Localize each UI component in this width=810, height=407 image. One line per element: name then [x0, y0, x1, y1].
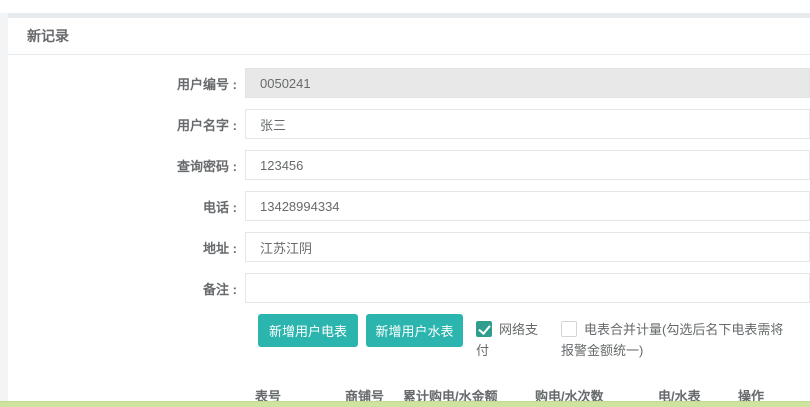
remark-field[interactable]	[245, 273, 810, 303]
actions-row: 新增用户电表 新增用户水表 网络支付 电表合并计量(勾选后名下电表需将报警金额统…	[258, 314, 810, 361]
panel-body: 用户编号 : 用户名字 : 查询密码 : 电话 : 地址 : 备注 :	[8, 55, 810, 407]
user-name-field[interactable]	[245, 109, 810, 139]
page: 新记录 用户编号 : 用户名字 : 查询密码 : 电话 : 地址 :	[0, 0, 810, 407]
form-row-address: 地址 :	[8, 232, 810, 262]
form-row-phone: 电话 :	[8, 191, 810, 221]
phone-field[interactable]	[245, 191, 810, 221]
meter-merge-checkbox[interactable]	[561, 321, 577, 337]
meter-merge-label: 电表合并计量(勾选后名下电表需将报警金额统一)	[561, 322, 783, 358]
user-id-field	[245, 68, 810, 98]
new-record-panel: 新记录 用户编号 : 用户名字 : 查询密码 : 电话 : 地址 :	[8, 18, 810, 401]
address-field[interactable]	[245, 232, 810, 262]
bottom-green-strip	[0, 401, 810, 407]
form-row-user-name: 用户名字 :	[8, 109, 810, 139]
query-password-label: 查询密码 :	[8, 156, 237, 175]
network-payment-checkbox[interactable]	[476, 321, 492, 337]
address-label: 地址 :	[8, 238, 237, 257]
remark-label: 备注 :	[8, 279, 237, 298]
phone-label: 电话 :	[8, 197, 237, 216]
user-name-label: 用户名字 :	[8, 115, 237, 134]
form-row-user-id: 用户编号 :	[8, 68, 810, 98]
query-password-field[interactable]	[245, 150, 810, 180]
panel-title: 新记录	[8, 18, 810, 55]
page-left-gutter	[0, 13, 8, 401]
form-row-query-password: 查询密码 :	[8, 150, 810, 180]
network-payment-option: 网络支付	[476, 319, 544, 361]
add-water-meter-button[interactable]: 新增用户水表	[366, 314, 463, 347]
user-id-label: 用户编号 :	[8, 74, 237, 93]
meter-merge-option: 电表合并计量(勾选后名下电表需将报警金额统一)	[561, 319, 795, 361]
form-row-remark: 备注 :	[8, 273, 810, 303]
add-electric-meter-button[interactable]: 新增用户电表	[258, 314, 358, 347]
